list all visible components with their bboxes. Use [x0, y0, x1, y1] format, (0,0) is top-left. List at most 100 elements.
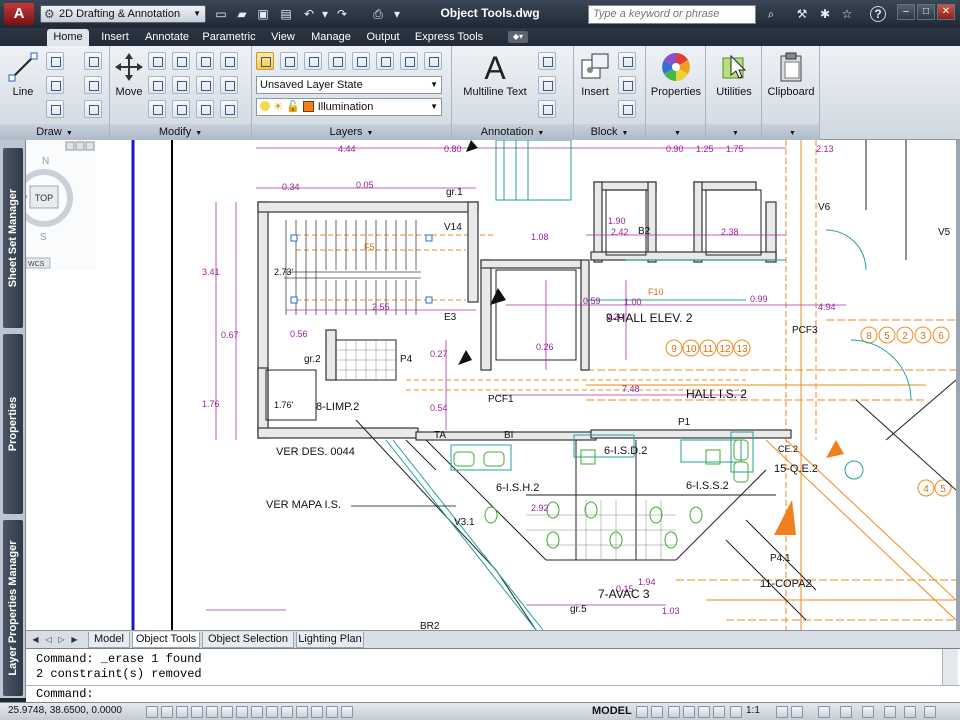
- layer-properties-icon[interactable]: [256, 52, 274, 70]
- layer-freeze-icon[interactable]: [376, 52, 394, 70]
- command-input[interactable]: Command:: [26, 685, 960, 703]
- close-button[interactable]: ✕: [937, 4, 955, 20]
- modify-panel-title[interactable]: Modify ▼: [110, 124, 251, 140]
- tab-express-tools[interactable]: Express Tools: [409, 29, 489, 46]
- annotation-scale-icon[interactable]: [730, 706, 742, 718]
- model-space-toggle[interactable]: MODEL: [592, 705, 632, 717]
- viewcube[interactable]: N TOP W S WCS: [26, 140, 96, 270]
- object-snap-tracking-icon[interactable]: [236, 706, 248, 718]
- status-bar-menu-icon[interactable]: [904, 706, 916, 718]
- quick-view-layouts-icon[interactable]: [636, 706, 648, 718]
- open-icon[interactable]: ▰: [233, 5, 251, 23]
- application-menu-button[interactable]: A: [4, 3, 34, 25]
- create-block-icon[interactable]: [618, 52, 636, 70]
- wrench-icon[interactable]: ⚒: [793, 5, 811, 23]
- 3d-object-snap-icon[interactable]: [221, 706, 233, 718]
- explode-icon[interactable]: [220, 76, 238, 94]
- clean-screen-icon[interactable]: [924, 706, 936, 718]
- linear-dimension-icon[interactable]: [538, 52, 556, 70]
- block-panel-title[interactable]: Block ▼: [574, 124, 645, 140]
- properties-panel-expander[interactable]: ▼: [646, 124, 705, 140]
- quick-properties-icon[interactable]: [311, 706, 323, 718]
- tab-view[interactable]: View: [265, 29, 301, 46]
- utilities-button[interactable]: Utilities: [708, 50, 760, 98]
- insert-block-button[interactable]: Insert: [576, 50, 614, 98]
- array-icon[interactable]: [196, 100, 214, 118]
- dynamic-input-icon[interactable]: [266, 706, 278, 718]
- help-icon[interactable]: ?: [870, 6, 886, 22]
- ribbon-minimize-button[interactable]: ◆▾: [508, 31, 528, 43]
- next-layout-icon[interactable]: ▷: [56, 634, 67, 645]
- multiline-text-button[interactable]: A Multiline Text: [460, 50, 530, 98]
- tab-parametric[interactable]: Parametric: [197, 29, 261, 46]
- layout-tab-object-selection[interactable]: Object Selection: [202, 632, 294, 648]
- snap-mode-icon[interactable]: [146, 706, 158, 718]
- maximize-button[interactable]: □: [917, 4, 935, 20]
- rectangle-icon[interactable]: [84, 52, 102, 70]
- selection-cycling-icon[interactable]: [326, 706, 338, 718]
- tab-annotate[interactable]: Annotate: [141, 29, 193, 46]
- showmotion-icon[interactable]: [713, 706, 725, 718]
- properties-button[interactable]: Properties: [648, 50, 704, 98]
- new-icon[interactable]: ▭: [212, 5, 230, 23]
- edit-attributes-icon[interactable]: [618, 100, 636, 118]
- erase-icon[interactable]: [196, 52, 214, 70]
- annotation-scale-value[interactable]: 1:1: [746, 705, 760, 716]
- star-icon[interactable]: ☆: [838, 5, 856, 23]
- first-layout-icon[interactable]: ◀: [30, 634, 41, 645]
- scale-icon[interactable]: [172, 100, 190, 118]
- clipboard-button[interactable]: Clipboard: [764, 50, 818, 98]
- layers-panel-title[interactable]: Layers ▼: [252, 124, 451, 140]
- pan-icon[interactable]: [668, 706, 680, 718]
- leader-icon[interactable]: [538, 76, 556, 94]
- zoom-icon[interactable]: [683, 706, 695, 718]
- search-input[interactable]: Type a keyword or phrase: [588, 5, 756, 24]
- plot-icon[interactable]: ⎙: [369, 5, 387, 23]
- draw-panel-title[interactable]: Draw ▼: [0, 124, 109, 140]
- transparency-icon[interactable]: [296, 706, 308, 718]
- dynamic-ucs-icon[interactable]: [251, 706, 263, 718]
- viewcube-minimize-icon[interactable]: [65, 141, 75, 151]
- layer-off-icon[interactable]: [400, 52, 418, 70]
- object-snap-icon[interactable]: [206, 706, 218, 718]
- command-scrollbar[interactable]: [942, 649, 958, 685]
- sheet-set-manager-palette[interactable]: Sheet Set Manager: [3, 148, 23, 328]
- drawing-canvas[interactable]: 8 5 2 3 6 9 10 11 12 13 4 5 4.44 0.80 0.…: [26, 140, 956, 630]
- last-layout-icon[interactable]: ▶: [69, 634, 80, 645]
- layer-state-dropdown[interactable]: Unsaved Layer State ▼: [256, 76, 442, 94]
- stretch-icon[interactable]: [148, 100, 166, 118]
- move-button[interactable]: Move: [112, 50, 146, 98]
- mirror-icon[interactable]: [172, 76, 190, 94]
- coordinates-readout[interactable]: 25.9748, 38.6500, 0.0000: [8, 705, 122, 716]
- polar-tracking-icon[interactable]: [191, 706, 203, 718]
- layer-properties-manager-palette[interactable]: Layer Properties Manager: [3, 520, 23, 696]
- workspace-dropdown[interactable]: ⚙ 2D Drafting & Annotation ▼: [40, 5, 206, 23]
- layout-tab-object-tools[interactable]: Object Tools: [132, 632, 200, 648]
- quick-view-drawings-icon[interactable]: [651, 706, 663, 718]
- undo-dropdown-icon[interactable]: ▾: [316, 5, 334, 23]
- steering-wheel-icon[interactable]: [698, 706, 710, 718]
- draworder-icon[interactable]: [220, 52, 238, 70]
- workspace-switching-icon[interactable]: [818, 706, 830, 718]
- layout-tab-model[interactable]: Model: [88, 632, 130, 648]
- layer-lock-icon[interactable]: [424, 52, 442, 70]
- annotation-panel-title[interactable]: Annotation ▼: [452, 124, 573, 140]
- ortho-mode-icon[interactable]: [176, 706, 188, 718]
- save-as-icon[interactable]: ▤: [277, 5, 295, 23]
- hatch-icon[interactable]: [84, 76, 102, 94]
- edit-block-icon[interactable]: [618, 76, 636, 94]
- table-icon[interactable]: [538, 100, 556, 118]
- viewcube-close-icon[interactable]: [85, 141, 95, 151]
- make-current-icon[interactable]: [280, 52, 298, 70]
- utilities-panel-expander[interactable]: ▼: [706, 124, 761, 140]
- grid-display-icon[interactable]: [161, 706, 173, 718]
- fillet-icon[interactable]: [196, 76, 214, 94]
- layout-tab-lighting-plan[interactable]: Lighting Plan: [296, 632, 364, 648]
- arc-icon[interactable]: [46, 100, 64, 118]
- save-icon[interactable]: ▣: [254, 5, 272, 23]
- auto-scale-icon[interactable]: [791, 706, 803, 718]
- hardware-acceleration-icon[interactable]: [862, 706, 874, 718]
- polyline-icon[interactable]: [46, 52, 64, 70]
- lock-ui-icon[interactable]: [840, 706, 852, 718]
- layer-previous-icon[interactable]: [328, 52, 346, 70]
